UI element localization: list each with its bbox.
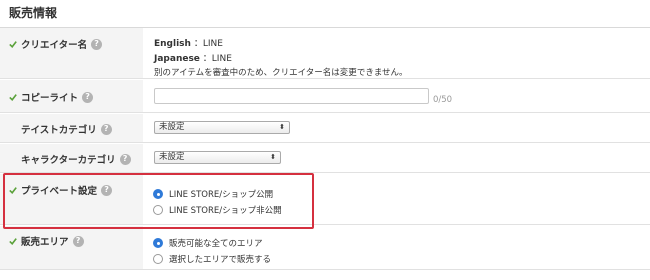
taste-category-label-text: テイストカテゴリ bbox=[21, 125, 97, 136]
help-icon[interactable]: ? bbox=[100, 123, 112, 135]
english-value: ：LINE bbox=[193, 39, 223, 49]
check-icon bbox=[9, 41, 17, 48]
character-category-label-text: キャラクターカテゴリ bbox=[21, 155, 116, 166]
creator-label: クリエイター名 ? bbox=[9, 37, 103, 51]
creator-english: English ：LINE bbox=[154, 36, 223, 49]
radio-button[interactable] bbox=[153, 254, 163, 264]
creator-label-text: クリエイター名 bbox=[21, 40, 88, 51]
creator-note: 別のアイテムを審査中のため、クリエイター名は変更できません。 bbox=[154, 68, 408, 78]
creator-japanese: Japanese ：LINE bbox=[154, 51, 232, 64]
japanese-value: ：LINE bbox=[202, 54, 232, 64]
character-category-select[interactable]: 未設定 ⬍ bbox=[154, 151, 281, 164]
section-title: 販売情報 bbox=[9, 6, 58, 20]
updown-arrow-icon: ⬍ bbox=[279, 123, 285, 131]
radio-selected-areas[interactable]: 選択したエリアで販売する bbox=[153, 253, 271, 265]
sales-area-label-text: 販売エリア bbox=[21, 237, 69, 248]
row-sales-area: 販売エリア ? bbox=[0, 226, 650, 270]
row-character-category: キャラクターカテゴリ ? bbox=[0, 144, 650, 173]
japanese-label: Japanese bbox=[154, 54, 200, 64]
check-icon bbox=[9, 94, 17, 101]
label-cell: コピーライト ? bbox=[0, 80, 143, 112]
copyright-label: コピーライト ? bbox=[9, 90, 94, 104]
highlight-annotation-box bbox=[3, 173, 314, 229]
label-cell: クリエイター名 ? bbox=[0, 28, 143, 78]
character-category-selected: 未設定 bbox=[159, 152, 185, 162]
copyright-label-text: コピーライト bbox=[21, 93, 79, 104]
copyright-input[interactable] bbox=[154, 88, 429, 104]
radio-button-checked[interactable] bbox=[153, 238, 163, 248]
taste-category-selected: 未設定 bbox=[159, 122, 185, 132]
label-cell: テイストカテゴリ ? bbox=[0, 114, 143, 142]
updown-arrow-icon: ⬍ bbox=[270, 153, 276, 161]
help-icon[interactable]: ? bbox=[119, 153, 131, 165]
help-icon[interactable]: ? bbox=[91, 38, 103, 50]
check-icon bbox=[9, 238, 17, 245]
copyright-char-counter: 0/50 bbox=[433, 95, 453, 105]
taste-category-select[interactable]: 未設定 ⬍ bbox=[154, 121, 290, 134]
radio-selected-areas-label: 選択したエリアで販売する bbox=[169, 255, 272, 265]
row-taste-category: テイストカテゴリ ? bbox=[0, 114, 650, 143]
taste-category-label: テイストカテゴリ ? bbox=[9, 122, 112, 136]
label-cell: キャラクターカテゴリ ? bbox=[0, 144, 143, 172]
sales-area-label: 販売エリア ? bbox=[9, 234, 84, 248]
help-icon[interactable]: ? bbox=[82, 91, 94, 103]
radio-all-areas[interactable]: 販売可能な全てのエリア bbox=[153, 237, 263, 249]
help-icon[interactable]: ? bbox=[72, 235, 84, 247]
radio-all-areas-label: 販売可能な全てのエリア bbox=[169, 239, 263, 249]
english-label: English bbox=[154, 39, 191, 49]
character-category-label: キャラクターカテゴリ ? bbox=[9, 152, 131, 166]
label-cell: 販売エリア ? bbox=[0, 226, 143, 269]
